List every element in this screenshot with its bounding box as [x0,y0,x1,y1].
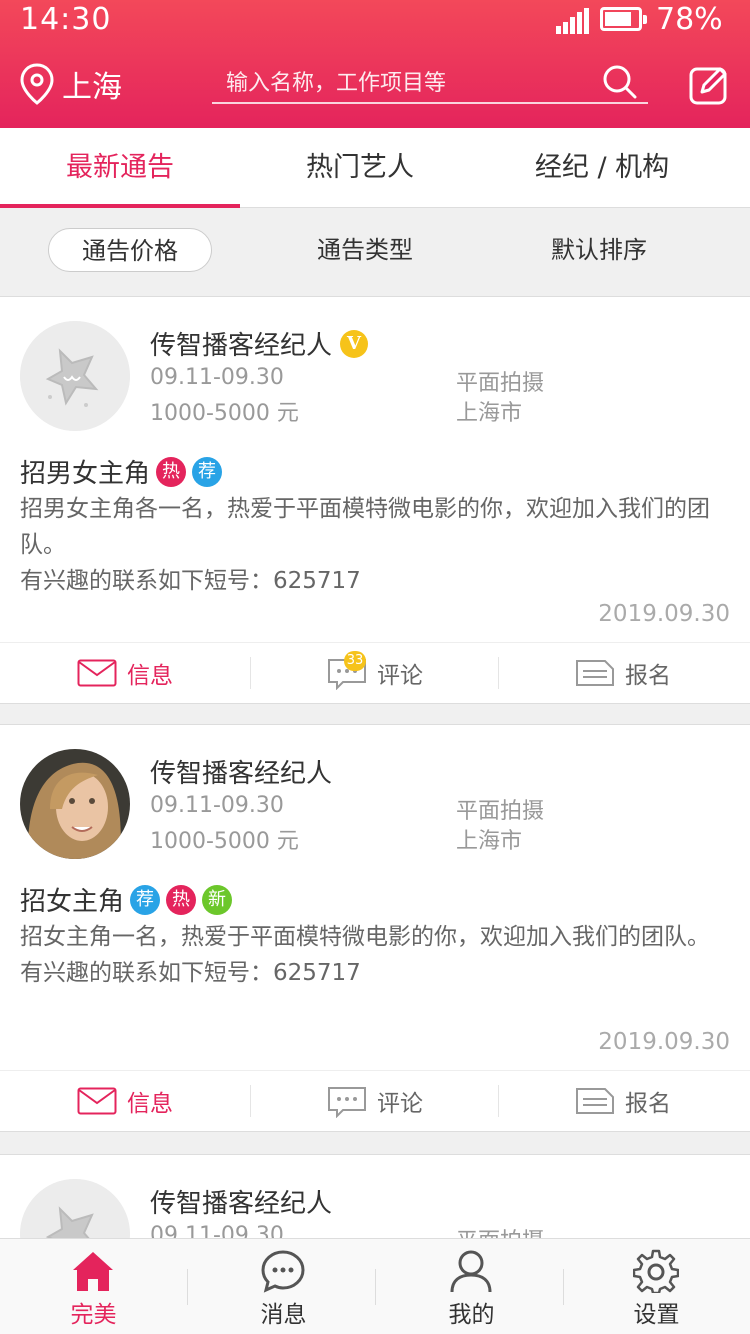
recommend-tag-badge: 荐 [130,884,161,915]
post-city: 上海市 [456,401,523,426]
comment-label: 评论 [377,1091,423,1117]
post-contact: 有兴趣的联系如下短号：625717 [20,568,361,594]
filter-price[interactable]: 通告价格 [48,228,212,272]
post-date: 2019.09.30 [598,1029,730,1055]
search-bar [212,62,648,104]
hot-tag-badge: 热 [156,456,187,487]
post-price: 1000-5000 元 [150,401,299,426]
post-title-text: 招女主角 [20,887,125,917]
user-photo [20,749,130,859]
edit-icon[interactable] [688,64,730,106]
location-selector[interactable]: 上海 [20,62,122,106]
nav-home-label: 完美 [70,1302,117,1328]
post-actions: 信息 评论 报名 [0,1070,750,1130]
comment-button[interactable]: 评论 [250,1071,500,1131]
tab-hot-artists[interactable]: 热门艺人 [240,128,480,208]
post-city: 上海市 [456,829,523,854]
post-contact: 有兴趣的联系如下短号：625717 [20,960,361,986]
bottom-nav: 完美 消息 我的 设置 [0,1238,750,1334]
nav-settings[interactable]: 设置 [563,1239,750,1334]
status-time: 14:30 [20,2,112,37]
message-label: 信息 [127,1091,173,1117]
post-title: 招男女主角 热 荐 [20,453,223,490]
signup-label: 报名 [625,1091,671,1117]
post-desc-text: 招男女主角各一名，热爱于平面模特微电影的你，欢迎加入我们的团队。 [20,496,710,558]
tab-agencies[interactable]: 经纪 / 机构 [480,128,724,208]
filter-sort[interactable]: 默认排序 [524,228,674,272]
nav-settings-label: 设置 [633,1302,680,1328]
nav-messages[interactable]: 消息 [190,1239,377,1334]
post-card[interactable]: 传智播客经纪人 V 09.11-09.30 1000-5000 元 平面拍摄 上… [0,296,750,704]
battery-percentage: 78% [656,2,723,37]
search-input[interactable] [226,66,586,100]
nav-home[interactable]: 完美 [0,1239,187,1334]
search-icon[interactable] [602,64,638,100]
message-icon [261,1250,305,1293]
document-icon [576,660,614,686]
settings-icon [633,1249,679,1293]
post-actions: 信息 33 评论 报名 [0,642,750,702]
mail-icon [77,1087,117,1115]
location-icon [20,63,54,105]
comment-icon [328,1087,366,1118]
agent-name[interactable]: 传智播客经纪人 [150,753,332,790]
battery-icon [600,7,647,31]
city-label: 上海 [62,70,122,105]
signup-button[interactable]: 报名 [498,1071,748,1131]
post-date: 2019.09.30 [598,601,730,627]
post-description: 招男女主角各一名，热爱于平面模特微电影的你，欢迎加入我们的团队。 有兴趣的联系如… [20,491,736,599]
nav-messages-label: 消息 [260,1302,307,1328]
signup-button[interactable]: 报名 [498,643,748,703]
agent-name-text: 传智播客经纪人 [150,331,333,361]
post-type: 平面拍摄 [456,371,545,396]
comment-label: 评论 [377,663,423,689]
post-description: 招女主角一名，热爱于平面模特微电影的你，欢迎加入我们的团队。 有兴趣的联系如下短… [20,919,736,991]
post-dates: 09.11-09.30 [150,793,284,818]
post-title-text: 招男女主角 [20,459,151,489]
avatar[interactable] [20,749,130,859]
status-bar: 14:30 78% [0,0,750,40]
comment-count-badge: 33 [344,651,366,671]
comment-button[interactable]: 33 评论 [250,643,500,703]
star-placeholder-icon [20,321,130,431]
avatar[interactable] [20,321,130,431]
post-card[interactable]: 传智播客经纪人 09.11-09.30 1000-5000 元 平面拍摄 上海市… [0,724,750,1132]
post-price: 1000-5000 元 [150,829,299,854]
nav-profile-label: 我的 [448,1302,495,1328]
message-button[interactable]: 信息 [0,643,250,703]
post-desc-text: 招女主角一名，热爱于平面模特微电影的你，欢迎加入我们的团队。 [20,924,710,950]
filter-bar: 通告价格 通告类型 默认排序 [0,208,750,296]
message-button[interactable]: 信息 [0,1071,250,1131]
home-icon [73,1252,113,1291]
hot-tag-badge: 热 [166,884,197,915]
app-header: 14:30 78% 上海 [0,0,750,128]
post-dates: 09.11-09.30 [150,365,284,390]
new-tag-badge: 新 [202,884,233,915]
tab-latest-notices[interactable]: 最新通告 [0,128,240,208]
filter-type[interactable]: 通告类型 [290,228,440,272]
document-icon [576,1088,614,1114]
divider [375,1269,376,1305]
agent-name-text: 传智播客经纪人 [150,1189,333,1219]
recommend-tag-badge: 荐 [192,456,223,487]
mail-icon [77,659,117,687]
post-title: 招女主角 荐 热 新 [20,881,233,918]
agent-name[interactable]: 传智播客经纪人 [150,1183,332,1220]
message-label: 信息 [127,663,173,689]
category-tabs: 最新通告 热门艺人 经纪 / 机构 [0,128,750,208]
agent-name[interactable]: 传智播客经纪人 V [150,325,369,362]
divider [187,1269,188,1305]
verified-icon: V [340,329,369,358]
nav-profile[interactable]: 我的 [378,1239,565,1334]
user-icon [450,1250,492,1293]
signup-label: 报名 [625,663,671,689]
post-type: 平面拍摄 [456,799,545,824]
agent-name-text: 传智播客经纪人 [150,759,333,789]
signal-icon [556,8,590,34]
